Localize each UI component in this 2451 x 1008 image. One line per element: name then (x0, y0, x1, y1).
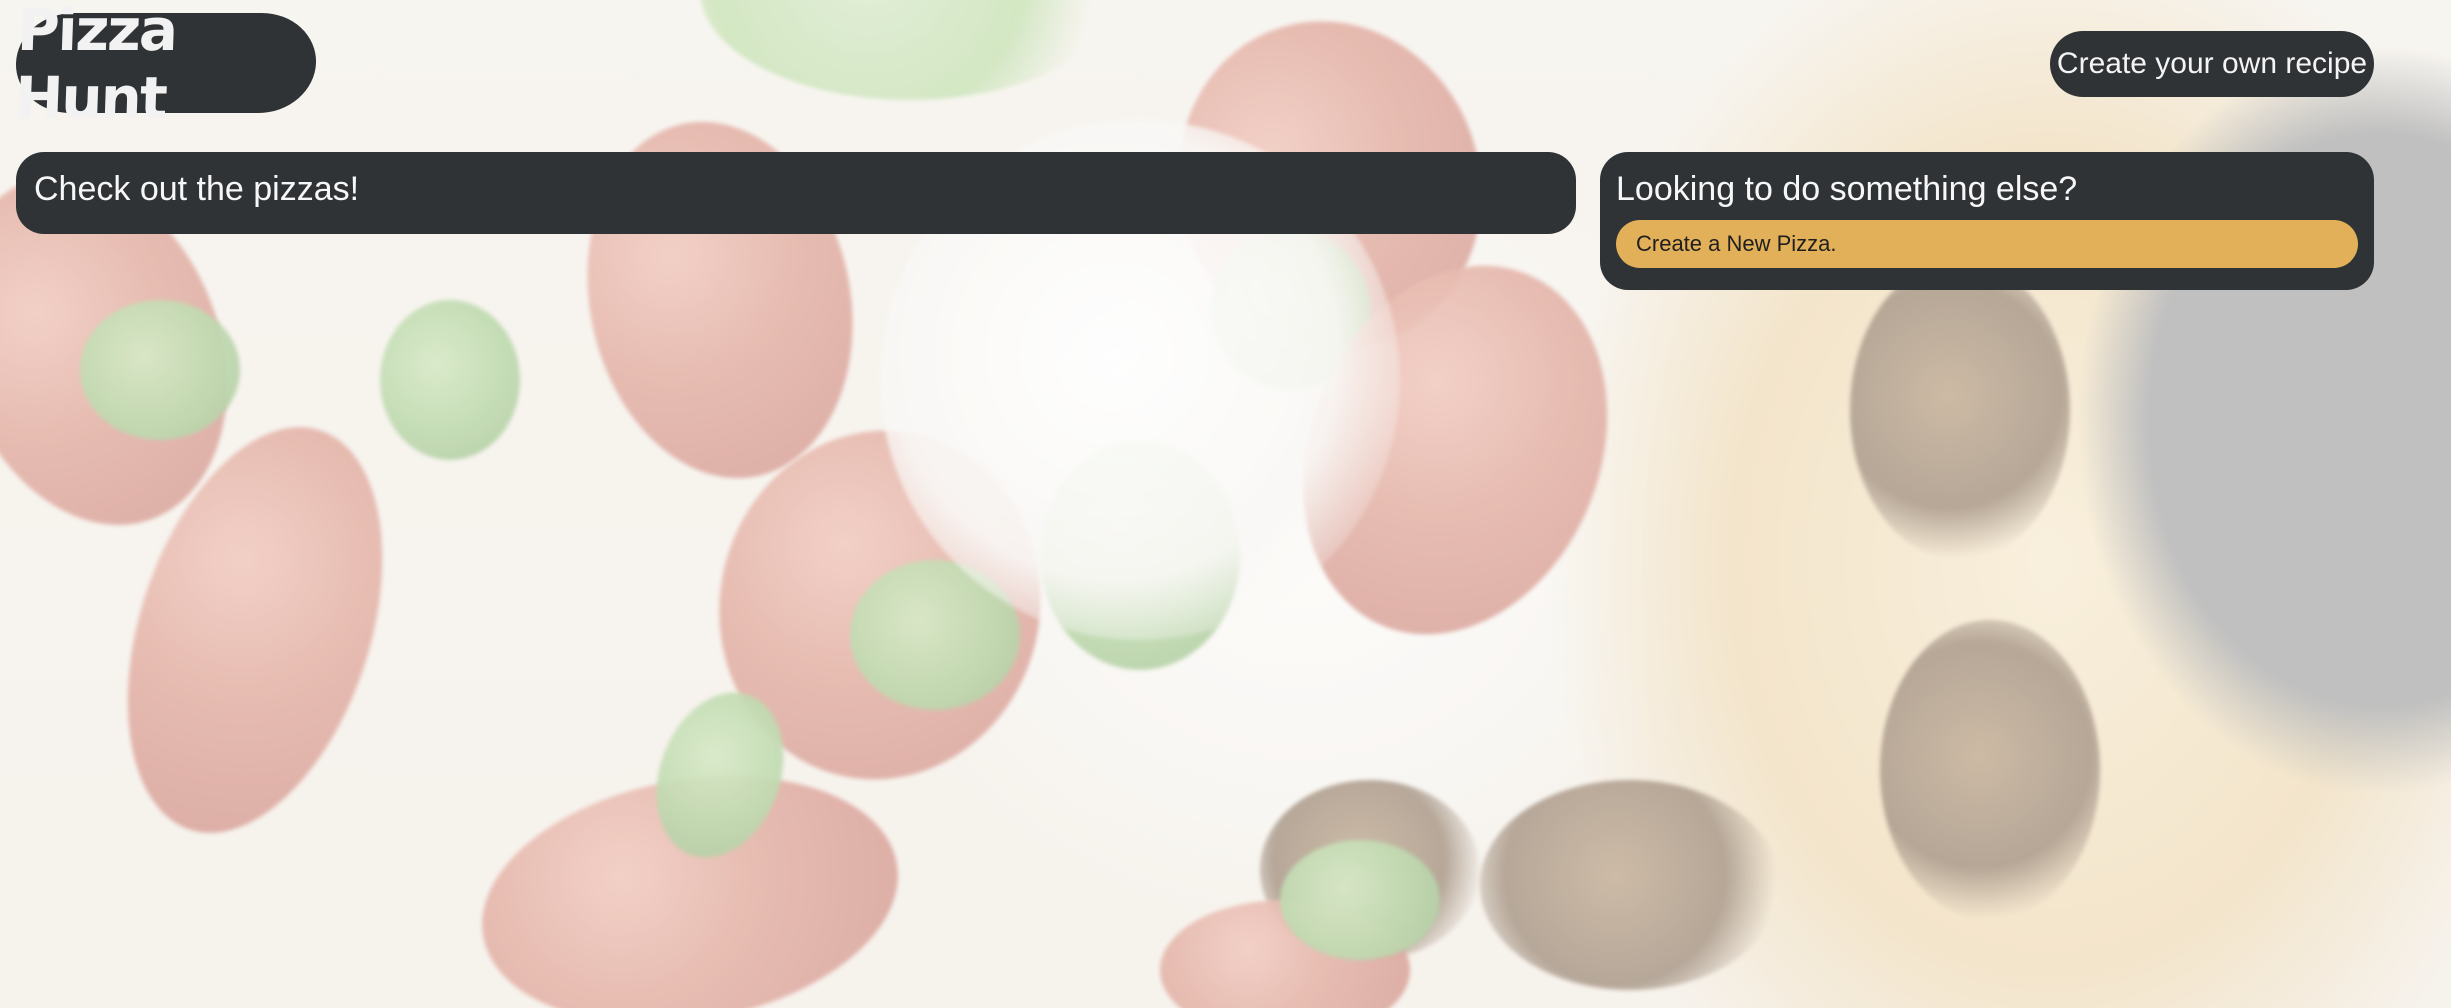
pesto-dollop-shape (80, 300, 240, 440)
pesto-dollop-shape (1280, 840, 1440, 960)
site-logo[interactable]: Pizza Hunt (14, 0, 318, 132)
create-new-pizza-button[interactable]: Create a New Pizza. (1616, 220, 2358, 268)
pizzas-title: Check out the pizzas! (34, 170, 360, 208)
pesto-dollop-shape (380, 300, 520, 460)
charred-crust-shape (1880, 620, 2100, 920)
pizzas-panel: Check out the pizzas! (16, 152, 1576, 234)
other-actions-panel: Looking to do something else? Create a N… (1600, 152, 2374, 290)
create-recipe-button[interactable]: Create your own recipe (2050, 31, 2374, 97)
charred-crust-shape (1850, 260, 2070, 560)
other-actions-title: Looking to do something else? (1616, 170, 2078, 208)
basil-leaf-shape (700, 0, 1120, 100)
charred-crust-shape (1480, 780, 1780, 990)
